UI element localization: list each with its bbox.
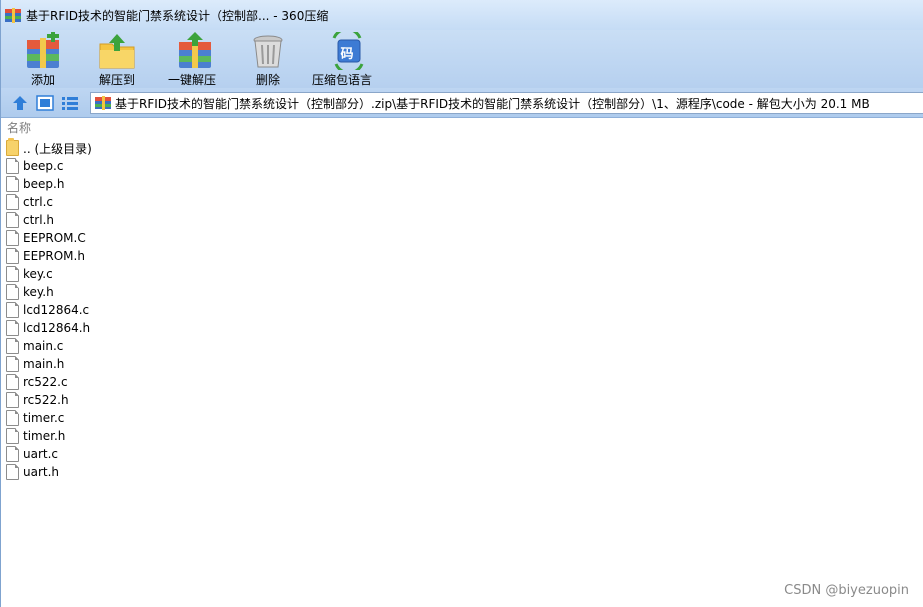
file-icon	[6, 212, 19, 228]
file-name: uart.h	[23, 465, 60, 479]
file-name: lcd12864.c	[23, 303, 90, 317]
file-name: .. (上级目录)	[23, 141, 92, 156]
file-name: EEPROM.h	[23, 249, 85, 263]
file-icon	[6, 176, 19, 192]
address-path-text: 基于RFID技术的智能门禁系统设计（控制部分）.zip\基于RFID技术的智能门…	[115, 96, 870, 111]
file-row[interactable]: key.c	[2, 265, 923, 283]
extract-to-icon	[97, 32, 137, 70]
file-name: rc522.c	[23, 375, 68, 389]
file-name: lcd12864.h	[23, 321, 91, 335]
file-name: beep.c	[23, 159, 64, 173]
one-click-extract-label: 一键解压	[167, 73, 216, 87]
window-title: 基于RFID技术的智能门禁系统设计（控制部... - 360压缩	[26, 8, 329, 23]
file-name: EEPROM.C	[23, 231, 86, 245]
column-header-name[interactable]: 名称	[2, 118, 923, 138]
file-icon	[6, 302, 19, 318]
file-name: timer.h	[23, 429, 66, 443]
parent-folder-row[interactable]: .. (上级目录)	[2, 138, 923, 157]
list-view-icon[interactable]	[61, 94, 79, 112]
address-bar: 基于RFID技术的智能门禁系统设计（控制部分）.zip\基于RFID技术的智能门…	[1, 88, 923, 118]
file-name: key.h	[23, 285, 54, 299]
delete-label: 删除	[255, 73, 280, 87]
file-row[interactable]: uart.h	[2, 463, 923, 481]
thumbnail-view-icon[interactable]	[36, 94, 54, 112]
one-click-extract-button[interactable]: 一键解压	[167, 30, 217, 88]
file-icon	[6, 356, 19, 372]
archive-path-icon	[95, 96, 111, 110]
archive-encoding-button[interactable]: 码 压缩包语言	[311, 27, 373, 88]
file-icon	[6, 194, 19, 210]
archive-window: 基于RFID技术的智能门禁系统设计（控制部... - 360压缩 添加 解压到 …	[0, 0, 923, 607]
app-archive-icon	[4, 7, 22, 23]
one-click-extract-icon	[175, 32, 215, 70]
file-row[interactable]: uart.c	[2, 445, 923, 463]
file-icon	[6, 320, 19, 336]
file-icon	[6, 446, 19, 462]
file-name: ctrl.c	[23, 195, 53, 209]
archive-encoding-label: 压缩包语言	[311, 73, 372, 87]
file-name: timer.c	[23, 411, 65, 425]
extract-to-label: 解压到	[98, 73, 135, 87]
add-button[interactable]: 添加	[23, 30, 63, 88]
file-name: beep.h	[23, 177, 65, 191]
file-icon	[6, 374, 19, 390]
file-row[interactable]: EEPROM.h	[2, 247, 923, 265]
file-name: uart.c	[23, 447, 59, 461]
file-icon	[6, 392, 19, 408]
file-name: rc522.h	[23, 393, 69, 407]
toolbar: 添加 解压到 一键解压 删除 码 压缩包语言	[1, 27, 923, 88]
file-row[interactable]: main.c	[2, 337, 923, 355]
file-icon	[6, 428, 19, 444]
watermark: CSDN @biyezuopin	[784, 583, 909, 598]
title-bar[interactable]: 基于RFID技术的智能门禁系统设计（控制部... - 360压缩	[1, 0, 923, 30]
archive-encoding-icon: 码	[328, 27, 368, 75]
add-button-label: 添加	[30, 73, 55, 87]
file-icon	[6, 284, 19, 300]
file-row[interactable]: beep.c	[2, 157, 923, 175]
add-archive-icon	[23, 32, 63, 70]
file-icon	[6, 158, 19, 174]
file-row[interactable]: beep.h	[2, 175, 923, 193]
file-row[interactable]: lcd12864.c	[2, 301, 923, 319]
file-icon	[6, 266, 19, 282]
file-icon	[6, 248, 19, 264]
file-list-pane: 名称 .. (上级目录) beep.c beep.h ctrl.c ctrl.h EEPR…	[2, 118, 923, 607]
folder-icon	[6, 138, 19, 156]
file-name: ctrl.h	[23, 213, 54, 227]
file-row[interactable]: main.h	[2, 355, 923, 373]
file-name: main.h	[23, 357, 65, 371]
file-icon	[6, 464, 19, 480]
file-icon	[6, 338, 19, 354]
file-row[interactable]: timer.h	[2, 427, 923, 445]
delete-button[interactable]: 删除	[248, 30, 288, 88]
file-row[interactable]: lcd12864.h	[2, 319, 923, 337]
file-row[interactable]: rc522.c	[2, 373, 923, 391]
file-list: .. (上级目录) beep.c beep.h ctrl.c ctrl.h EEPROM.…	[2, 138, 923, 481]
delete-icon	[248, 32, 288, 70]
address-path-field[interactable]: 基于RFID技术的智能门禁系统设计（控制部分）.zip\基于RFID技术的智能门…	[90, 92, 923, 114]
file-name: main.c	[23, 339, 64, 353]
file-icon	[6, 230, 19, 246]
file-row[interactable]: rc522.h	[2, 391, 923, 409]
archive-encoding-glyph: 码	[340, 47, 354, 62]
file-row[interactable]: key.h	[2, 283, 923, 301]
file-row[interactable]: EEPROM.C	[2, 229, 923, 247]
file-icon	[6, 410, 19, 426]
up-arrow-icon[interactable]	[11, 94, 29, 112]
file-row[interactable]: timer.c	[2, 409, 923, 427]
file-row[interactable]: ctrl.c	[2, 193, 923, 211]
file-name: key.c	[23, 267, 53, 281]
extract-to-button[interactable]: 解压到	[97, 30, 137, 88]
file-row[interactable]: ctrl.h	[2, 211, 923, 229]
